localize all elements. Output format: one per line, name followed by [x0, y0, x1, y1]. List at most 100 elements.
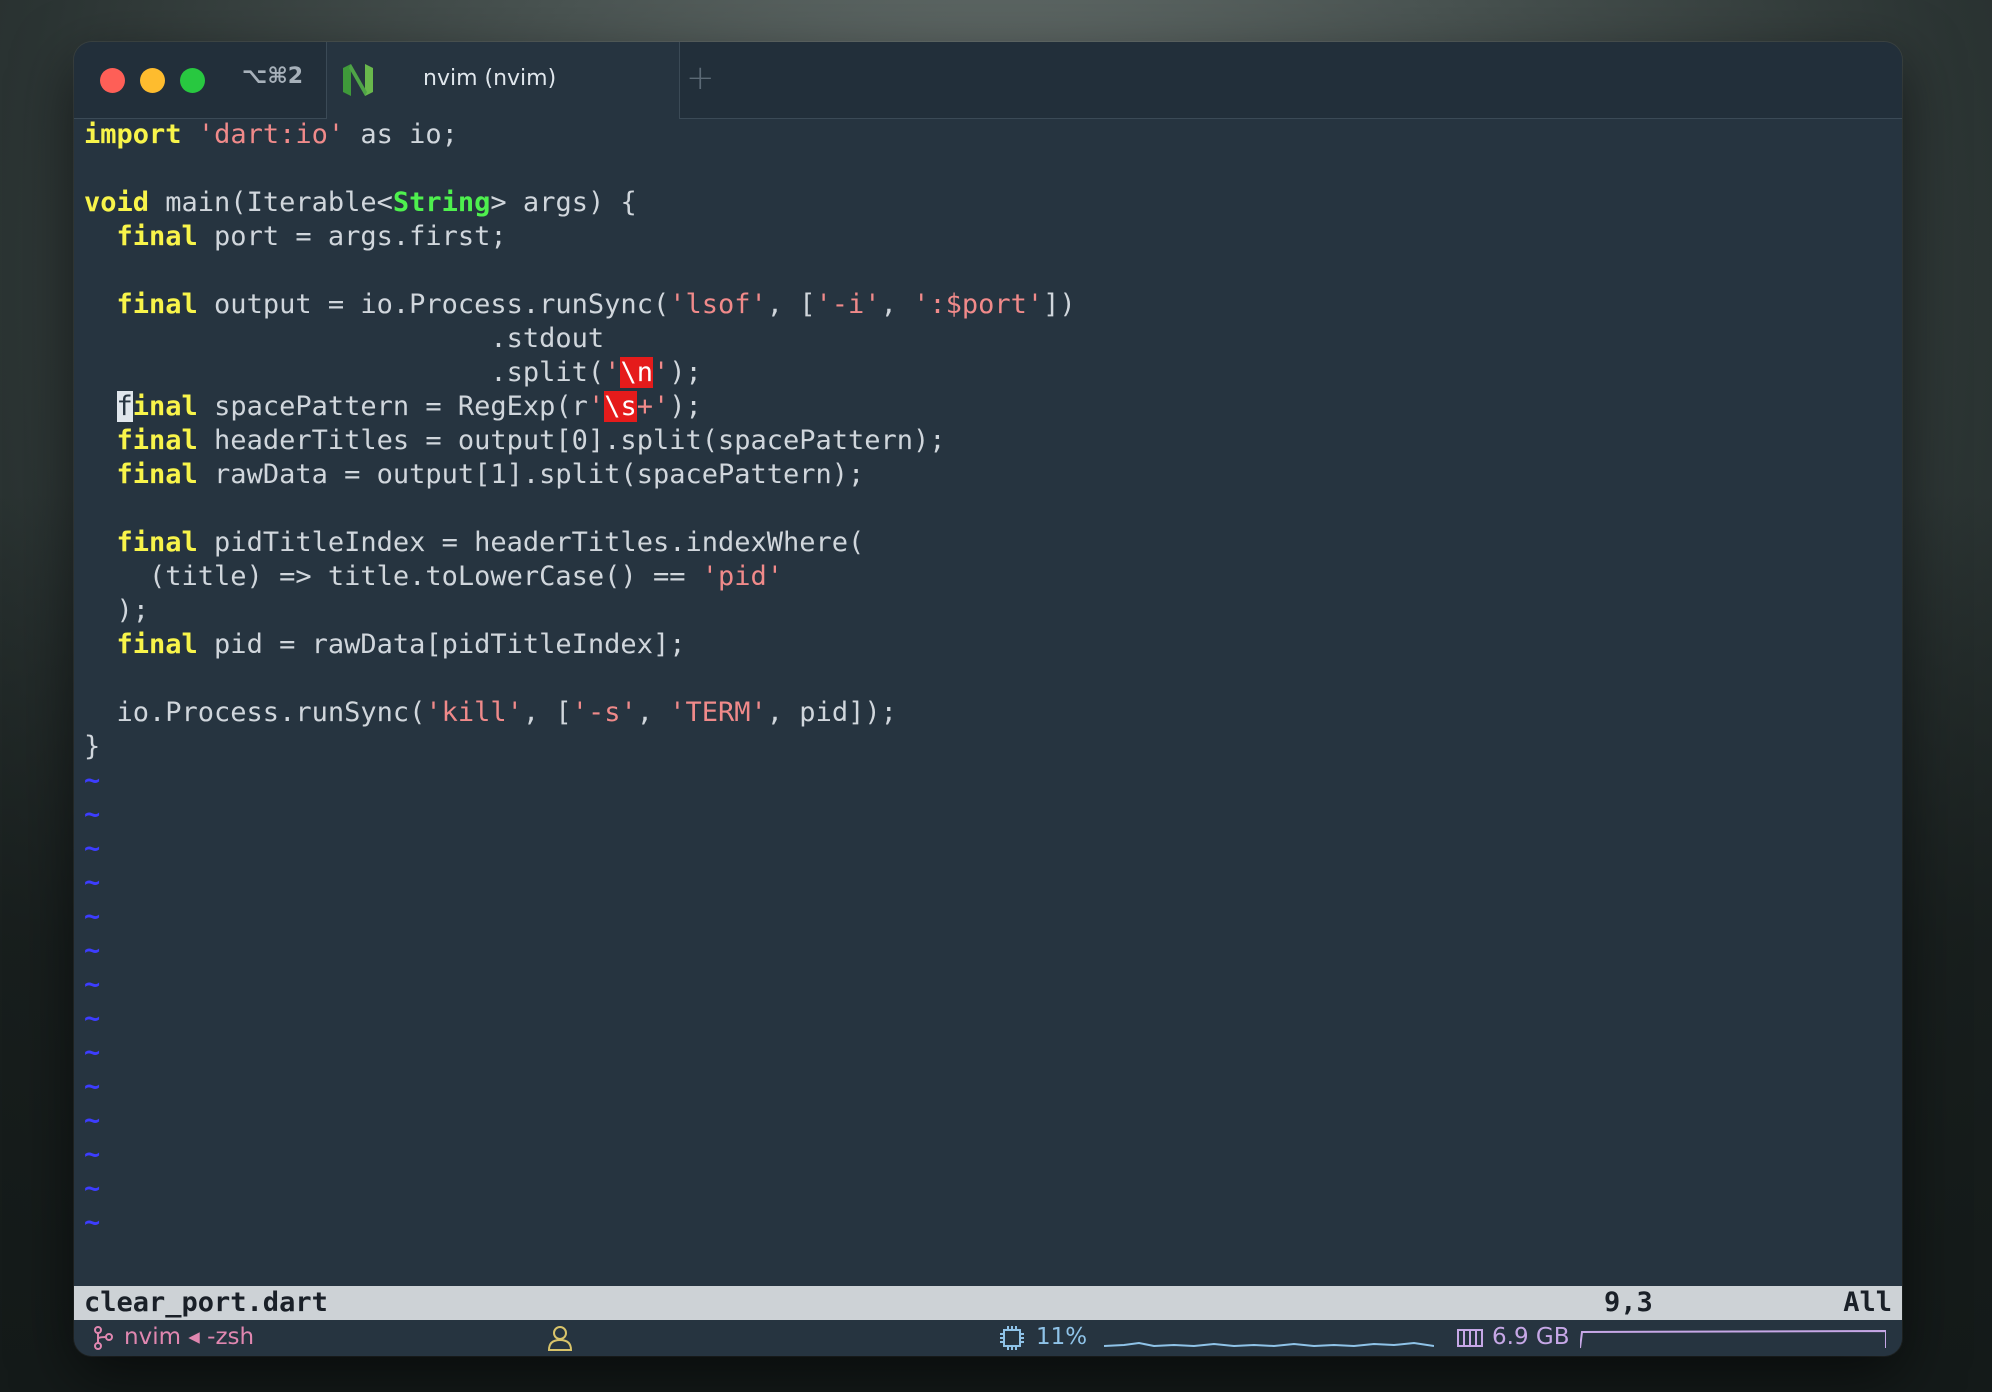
empty-line-marker: ~ [84, 867, 101, 898]
code-token: main(Iterable< [149, 187, 393, 218]
statusline-scroll-indicator: All [1843, 1287, 1892, 1318]
empty-line-marker: ~ [84, 1207, 101, 1238]
code-editor[interactable]: import 'dart:io' as io; void main(Iterab… [84, 118, 1902, 1240]
tab-nvim[interactable]: nvim (nvim) [327, 42, 679, 119]
code-token: ); [669, 391, 702, 422]
code-line[interactable]: .split('\n'); [84, 356, 1902, 390]
code-token: \s [604, 391, 637, 422]
code-line[interactable]: final port = args.first; [84, 220, 1902, 254]
code-token: headerTitles = output[0].split(spacePatt… [197, 425, 946, 456]
code-buffer[interactable]: import 'dart:io' as io; void main(Iterab… [84, 118, 1902, 764]
code-line[interactable]: void main(Iterable<String> args) { [84, 186, 1902, 220]
code-token: > args) { [490, 187, 637, 218]
empty-line-marker: ~ [84, 1071, 101, 1102]
code-token: 'kill' [425, 697, 523, 728]
code-token: final [116, 425, 198, 456]
process-branch-icon [94, 1326, 113, 1350]
empty-line-marker: ~ [84, 765, 101, 796]
code-line[interactable] [84, 662, 1902, 696]
code-token: io.Process.runSync( [84, 697, 426, 728]
code-line[interactable]: final headerTitles = output[0].split(spa… [84, 424, 1902, 458]
empty-buffer-lines: ~ ~ ~ ~ ~ ~ ~ ~ ~ ~ ~ ~ ~ ~ [84, 764, 1902, 1240]
code-token: , [ [522, 697, 572, 728]
empty-line-marker: ~ [84, 1037, 101, 1068]
code-token: spacePattern = RegExp(r [197, 391, 588, 422]
minimize-window-button[interactable] [140, 68, 165, 93]
code-token: '-i' [815, 289, 881, 320]
code-token: inal [132, 391, 198, 422]
code-line[interactable] [84, 254, 1902, 288]
empty-line-marker: ~ [84, 1173, 101, 1204]
cpu-usage-value: 11% [1036, 1324, 1088, 1350]
code-token: .split( [84, 357, 605, 388]
cpu-icon [1000, 1326, 1024, 1350]
close-window-button[interactable] [100, 68, 125, 93]
code-token: String [392, 187, 491, 218]
statusline-cursor-position: 9,3 [1604, 1287, 1653, 1318]
memory-usage-value: 6.9 GB [1492, 1324, 1570, 1350]
code-token: final [116, 221, 198, 252]
code-line[interactable]: .stdout [84, 322, 1902, 356]
code-token: '-s' [571, 697, 637, 728]
code-token: 'TERM' [669, 697, 767, 728]
code-token: .stdout [84, 323, 605, 354]
code-token: import [84, 119, 182, 150]
code-token: ':$port' [913, 289, 1044, 320]
new-tab-plus-icon[interactable]: + [686, 58, 715, 98]
code-line[interactable]: final spacePattern = RegExp(r'\s+'); [84, 390, 1902, 424]
terminal-status-bar: nvim ◂ -zsh 11% 6.9 GB [74, 1320, 1902, 1356]
code-token: as io; [344, 119, 458, 150]
empty-line-marker: ~ [84, 833, 101, 864]
code-line[interactable]: final pid = rawData[pidTitleIndex]; [84, 628, 1902, 662]
code-line[interactable]: import 'dart:io' as io; [84, 118, 1902, 152]
code-line[interactable]: final output = io.Process.runSync('lsof'… [84, 288, 1902, 322]
maximize-window-button[interactable] [180, 68, 205, 93]
neovim-logo-icon [343, 64, 373, 96]
empty-line-marker: ~ [84, 935, 101, 966]
code-token: ' [604, 357, 621, 388]
code-token: 'dart:io' [197, 119, 345, 150]
code-token: pidTitleIndex = headerTitles.indexWhere( [197, 527, 865, 558]
code-line[interactable] [84, 152, 1902, 186]
code-token: +' [636, 391, 670, 422]
code-token: port = args.first; [197, 221, 507, 252]
vim-statusline: clear_port.dart 9,3 All [74, 1286, 1902, 1320]
code-token: (title) => title.toLowerCase() == [84, 561, 702, 592]
code-line[interactable]: final pidTitleIndex = headerTitles.index… [84, 526, 1902, 560]
code-token: \n [620, 357, 653, 388]
code-token: , [880, 289, 914, 320]
code-line[interactable]: final rawData = output[1].split(spacePat… [84, 458, 1902, 492]
code-token: ' [652, 357, 670, 388]
session-label: nvim ◂ -zsh [124, 1324, 255, 1350]
memory-icon [1457, 1329, 1483, 1347]
code-token: 'pid' [701, 561, 783, 592]
code-token: ); [669, 357, 702, 388]
tab-divider [679, 42, 680, 118]
empty-line-marker: ~ [84, 969, 101, 1000]
statusline-filename: clear_port.dart [84, 1287, 328, 1318]
code-token: final [116, 629, 198, 660]
code-line[interactable]: io.Process.runSync('kill', ['-s', 'TERM'… [84, 696, 1902, 730]
code-line[interactable]: } [84, 730, 1902, 764]
user-icon [547, 1326, 573, 1351]
code-line[interactable]: ); [84, 594, 1902, 628]
code-token: pid = rawData[pidTitleIndex]; [197, 629, 686, 660]
terminal-window: ⌥⌘2 nvim (nvim) + import 'dart:io' as io… [74, 42, 1902, 1356]
code-token: output = io.Process.runSync( [197, 289, 670, 320]
code-token: 'lsof' [669, 289, 767, 320]
cpu-usage-sparkline [1104, 1341, 1434, 1348]
code-line[interactable] [84, 492, 1902, 526]
text-cursor: f [116, 391, 133, 422]
code-token: ); [84, 595, 150, 626]
code-token: ]) [1043, 289, 1076, 320]
code-token: ' [587, 391, 605, 422]
code-line[interactable]: (title) => title.toLowerCase() == 'pid' [84, 560, 1902, 594]
